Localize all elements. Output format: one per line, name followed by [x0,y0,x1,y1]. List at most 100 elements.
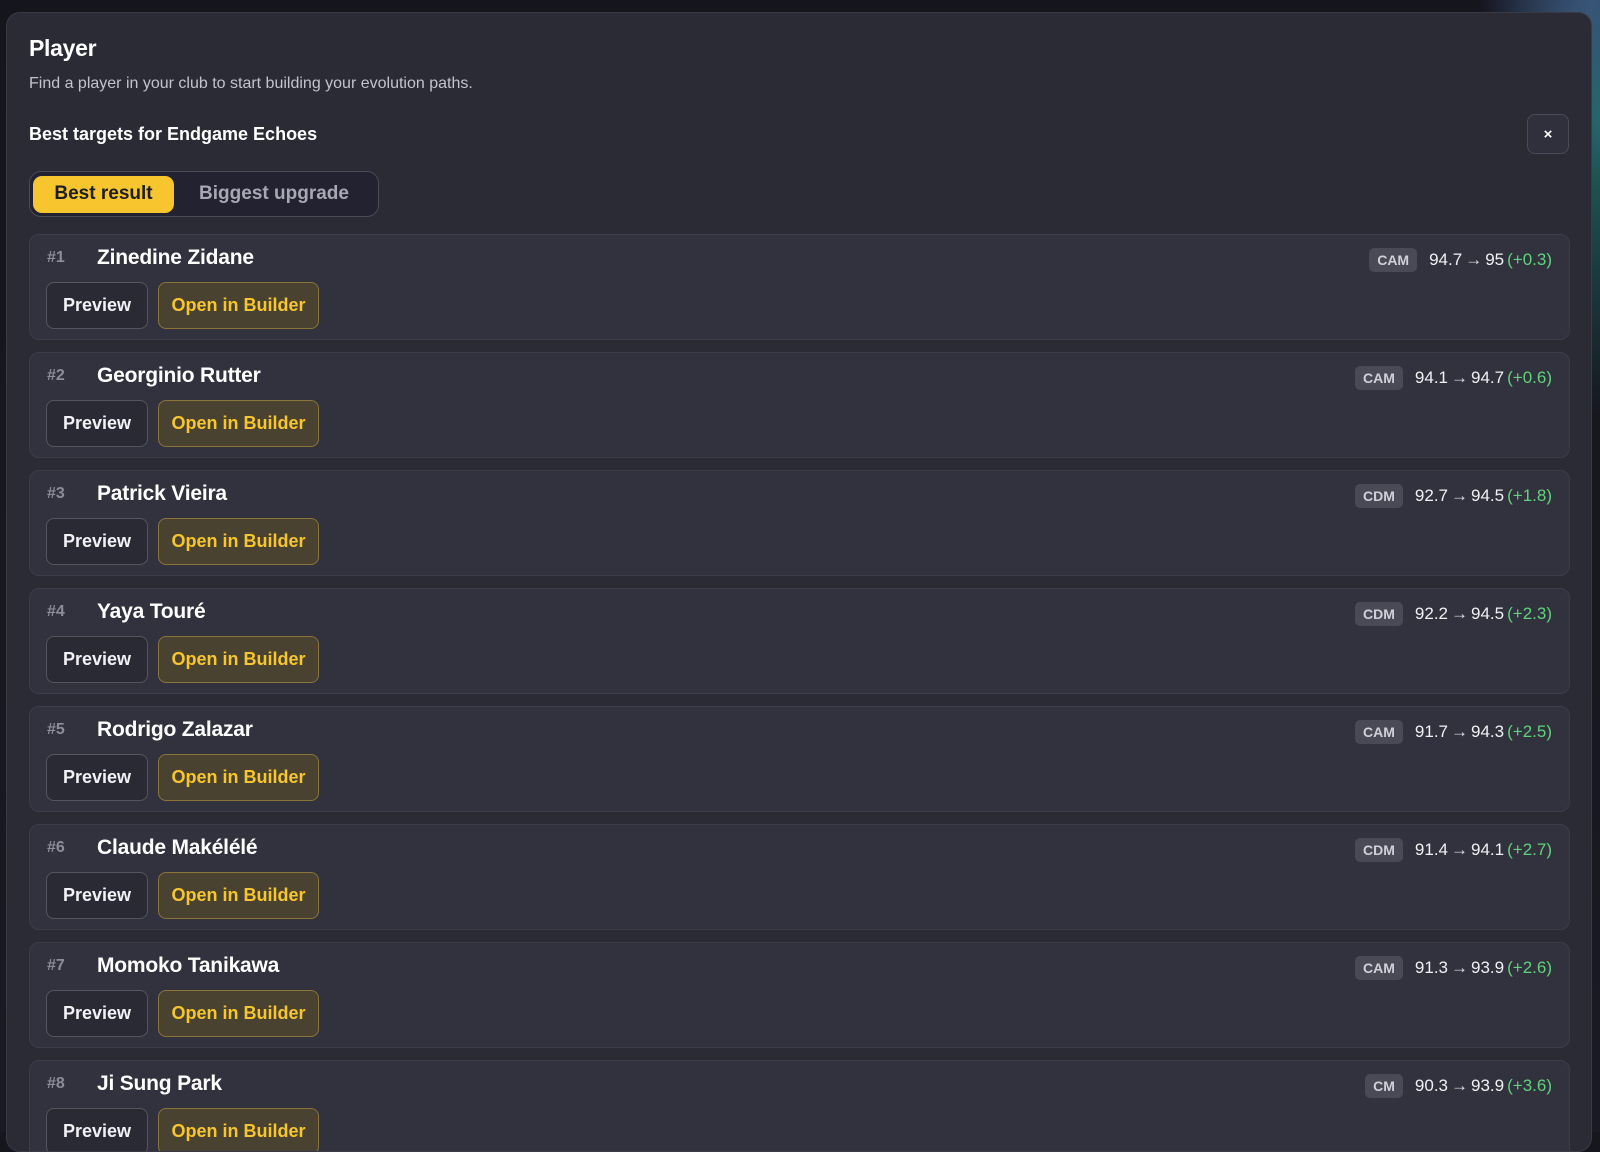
rating-to: 95 [1485,250,1504,270]
player-rank: #1 [47,249,65,267]
player-card: #6 Claude Makélélé CDM 91.4 → 94.1 (+2.7… [29,824,1570,930]
open-in-builder-button[interactable]: Open in Builder [158,872,319,919]
open-in-builder-button[interactable]: Open in Builder [158,1108,319,1152]
arrow-right-icon: → [1451,722,1468,742]
rating-to: 94.1 [1471,840,1504,860]
player-rating: CAM 91.3 → 93.9 (+2.6) [1355,956,1552,980]
open-in-builder-button[interactable]: Open in Builder [158,990,319,1037]
player-rank: #3 [47,485,65,503]
page-title: Player [29,35,96,62]
rating-delta: (+2.7) [1507,840,1552,860]
arrow-right-icon: → [1451,1076,1468,1096]
player-rating: CAM 94.1 → 94.7 (+0.6) [1355,366,1552,390]
arrow-right-icon: → [1451,958,1468,978]
preview-button[interactable]: Preview [46,872,148,919]
player-rank: #8 [47,1075,65,1093]
rating-delta: (+1.8) [1507,486,1552,506]
rating-from: 91.3 [1415,958,1448,978]
arrow-right-icon: → [1451,486,1468,506]
rating-to: 93.9 [1471,1076,1504,1096]
arrow-right-icon: → [1465,250,1482,270]
player-rank: #5 [47,721,65,739]
rating-to: 93.9 [1471,958,1504,978]
rating-from: 90.3 [1415,1076,1448,1096]
player-rating: CDM 92.2 → 94.5 (+2.3) [1355,602,1552,626]
rating-change: 91.3 → 93.9 (+2.6) [1415,958,1552,978]
rating-to: 94.7 [1471,368,1504,388]
player-rating: CAM 94.7 → 95 (+0.3) [1369,248,1552,272]
arrow-right-icon: → [1451,604,1468,624]
player-rank: #4 [47,603,65,621]
player-name: Rodrigo Zalazar [97,718,253,742]
open-in-builder-button[interactable]: Open in Builder [158,282,319,329]
player-rank: #7 [47,957,65,975]
rating-change: 91.4 → 94.1 (+2.7) [1415,840,1552,860]
player-card: #7 Momoko Tanikawa CAM 91.3 → 93.9 (+2.6… [29,942,1570,1048]
rating-change: 92.2 → 94.5 (+2.3) [1415,604,1552,624]
position-badge: CAM [1355,956,1403,980]
rating-delta: (+0.3) [1507,250,1552,270]
rating-delta: (+2.3) [1507,604,1552,624]
section-heading: Best targets for Endgame Echoes [29,124,317,145]
rating-delta: (+2.5) [1507,722,1552,742]
player-name: Zinedine Zidane [97,246,254,270]
toggle-biggest-upgrade[interactable]: Biggest upgrade [174,176,374,213]
player-card: #4 Yaya Touré CDM 92.2 → 94.5 (+2.3) Pre… [29,588,1570,694]
preview-button[interactable]: Preview [46,1108,148,1152]
sort-toggle: Best result Biggest upgrade [29,171,379,217]
rating-from: 94.1 [1415,368,1448,388]
position-badge: CDM [1355,838,1403,862]
rating-change: 94.1 → 94.7 (+0.6) [1415,368,1552,388]
position-badge: CAM [1355,366,1403,390]
player-name: Ji Sung Park [97,1072,222,1096]
preview-button[interactable]: Preview [46,400,148,447]
open-in-builder-button[interactable]: Open in Builder [158,518,319,565]
preview-button[interactable]: Preview [46,636,148,683]
position-badge: CAM [1369,248,1417,272]
rating-from: 91.7 [1415,722,1448,742]
rating-to: 94.5 [1471,604,1504,624]
player-name: Yaya Touré [97,600,206,624]
player-card: #8 Ji Sung Park CM 90.3 → 93.9 (+3.6) Pr… [29,1060,1570,1152]
player-rank: #6 [47,839,65,857]
toggle-best-result[interactable]: Best result [33,176,174,213]
preview-button[interactable]: Preview [46,754,148,801]
rating-to: 94.3 [1471,722,1504,742]
open-in-builder-button[interactable]: Open in Builder [158,400,319,447]
player-rating: CM 90.3 → 93.9 (+3.6) [1365,1074,1552,1098]
preview-button[interactable]: Preview [46,282,148,329]
rating-change: 94.7 → 95 (+0.3) [1429,250,1552,270]
player-panel: Player Find a player in your club to sta… [6,12,1592,1152]
player-rating: CAM 91.7 → 94.3 (+2.5) [1355,720,1552,744]
rating-from: 92.7 [1415,486,1448,506]
page-subtitle: Find a player in your club to start buil… [29,75,473,93]
position-badge: CM [1365,1074,1403,1098]
player-rating: CDM 92.7 → 94.5 (+1.8) [1355,484,1552,508]
rating-delta: (+2.6) [1507,958,1552,978]
position-badge: CAM [1355,720,1403,744]
player-list: #1 Zinedine Zidane CAM 94.7 → 95 (+0.3) … [29,234,1570,1152]
rating-delta: (+3.6) [1507,1076,1552,1096]
player-name: Patrick Vieira [97,482,227,506]
preview-button[interactable]: Preview [46,518,148,565]
open-in-builder-button[interactable]: Open in Builder [158,636,319,683]
player-name: Claude Makélélé [97,836,257,860]
rating-delta: (+0.6) [1507,368,1552,388]
player-name: Georginio Rutter [97,364,261,388]
rating-change: 90.3 → 93.9 (+3.6) [1415,1076,1552,1096]
preview-button[interactable]: Preview [46,990,148,1037]
position-badge: CDM [1355,484,1403,508]
open-in-builder-button[interactable]: Open in Builder [158,754,319,801]
rating-from: 92.2 [1415,604,1448,624]
arrow-right-icon: → [1451,368,1468,388]
player-card: #2 Georginio Rutter CAM 94.1 → 94.7 (+0.… [29,352,1570,458]
position-badge: CDM [1355,602,1403,626]
rating-to: 94.5 [1471,486,1504,506]
player-rating: CDM 91.4 → 94.1 (+2.7) [1355,838,1552,862]
rating-change: 92.7 → 94.5 (+1.8) [1415,486,1552,506]
player-name: Momoko Tanikawa [97,954,279,978]
rating-change: 91.7 → 94.3 (+2.5) [1415,722,1552,742]
close-button[interactable]: × [1527,114,1569,154]
player-card: #3 Patrick Vieira CDM 92.7 → 94.5 (+1.8)… [29,470,1570,576]
player-card: #5 Rodrigo Zalazar CAM 91.7 → 94.3 (+2.5… [29,706,1570,812]
